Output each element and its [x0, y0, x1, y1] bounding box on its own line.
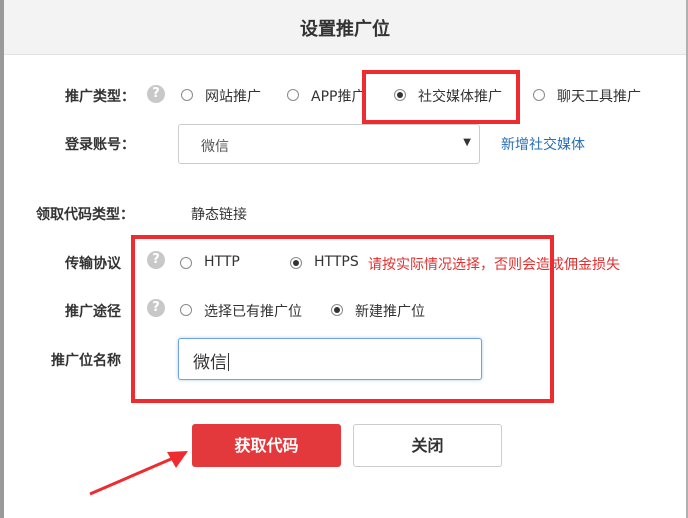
dialog-header: 设置推广位 — [4, 0, 686, 55]
promo-type-label: 推广类型： — [65, 89, 135, 105]
annotation-arrow-shaft — [89, 454, 179, 496]
background-edge-left — [0, 0, 4, 518]
annotation-highlight-settings — [131, 235, 554, 403]
account-select-value: 微信 — [201, 139, 229, 155]
promo-name-label: 推广位名称 — [51, 353, 121, 369]
radio-label-promo-website[interactable]: 网站推广 — [205, 86, 261, 106]
channel-label: 推广途径 — [65, 304, 121, 320]
add-social-media-link[interactable]: 新增社交媒体 — [501, 134, 585, 154]
radio-promo-chat-tool[interactable] — [533, 89, 545, 101]
protocol-label: 传输协议 — [65, 256, 121, 272]
code-type-label: 领取代码类型： — [36, 207, 134, 223]
radio-promo-website[interactable] — [181, 89, 193, 101]
get-code-button[interactable]: 获取代码 — [192, 424, 341, 467]
annotation-highlight-social-media — [362, 70, 520, 124]
question-circle-icon[interactable]: ? — [147, 85, 165, 103]
account-label: 登录账号： — [65, 137, 135, 153]
dialog-title: 设置推广位 — [300, 19, 390, 40]
radio-label-promo-chat-tool[interactable]: 聊天工具推广 — [557, 86, 641, 106]
code-type-value: 静态链接 — [191, 207, 247, 223]
account-select[interactable]: 微信 ▼ — [178, 124, 480, 164]
annotation-arrow-head — [167, 451, 188, 468]
caret-down-icon: ▼ — [463, 137, 471, 148]
radio-promo-app[interactable] — [287, 89, 299, 101]
close-button[interactable]: 关闭 — [353, 424, 502, 467]
radio-label-promo-app[interactable]: APP推广 — [311, 86, 365, 106]
